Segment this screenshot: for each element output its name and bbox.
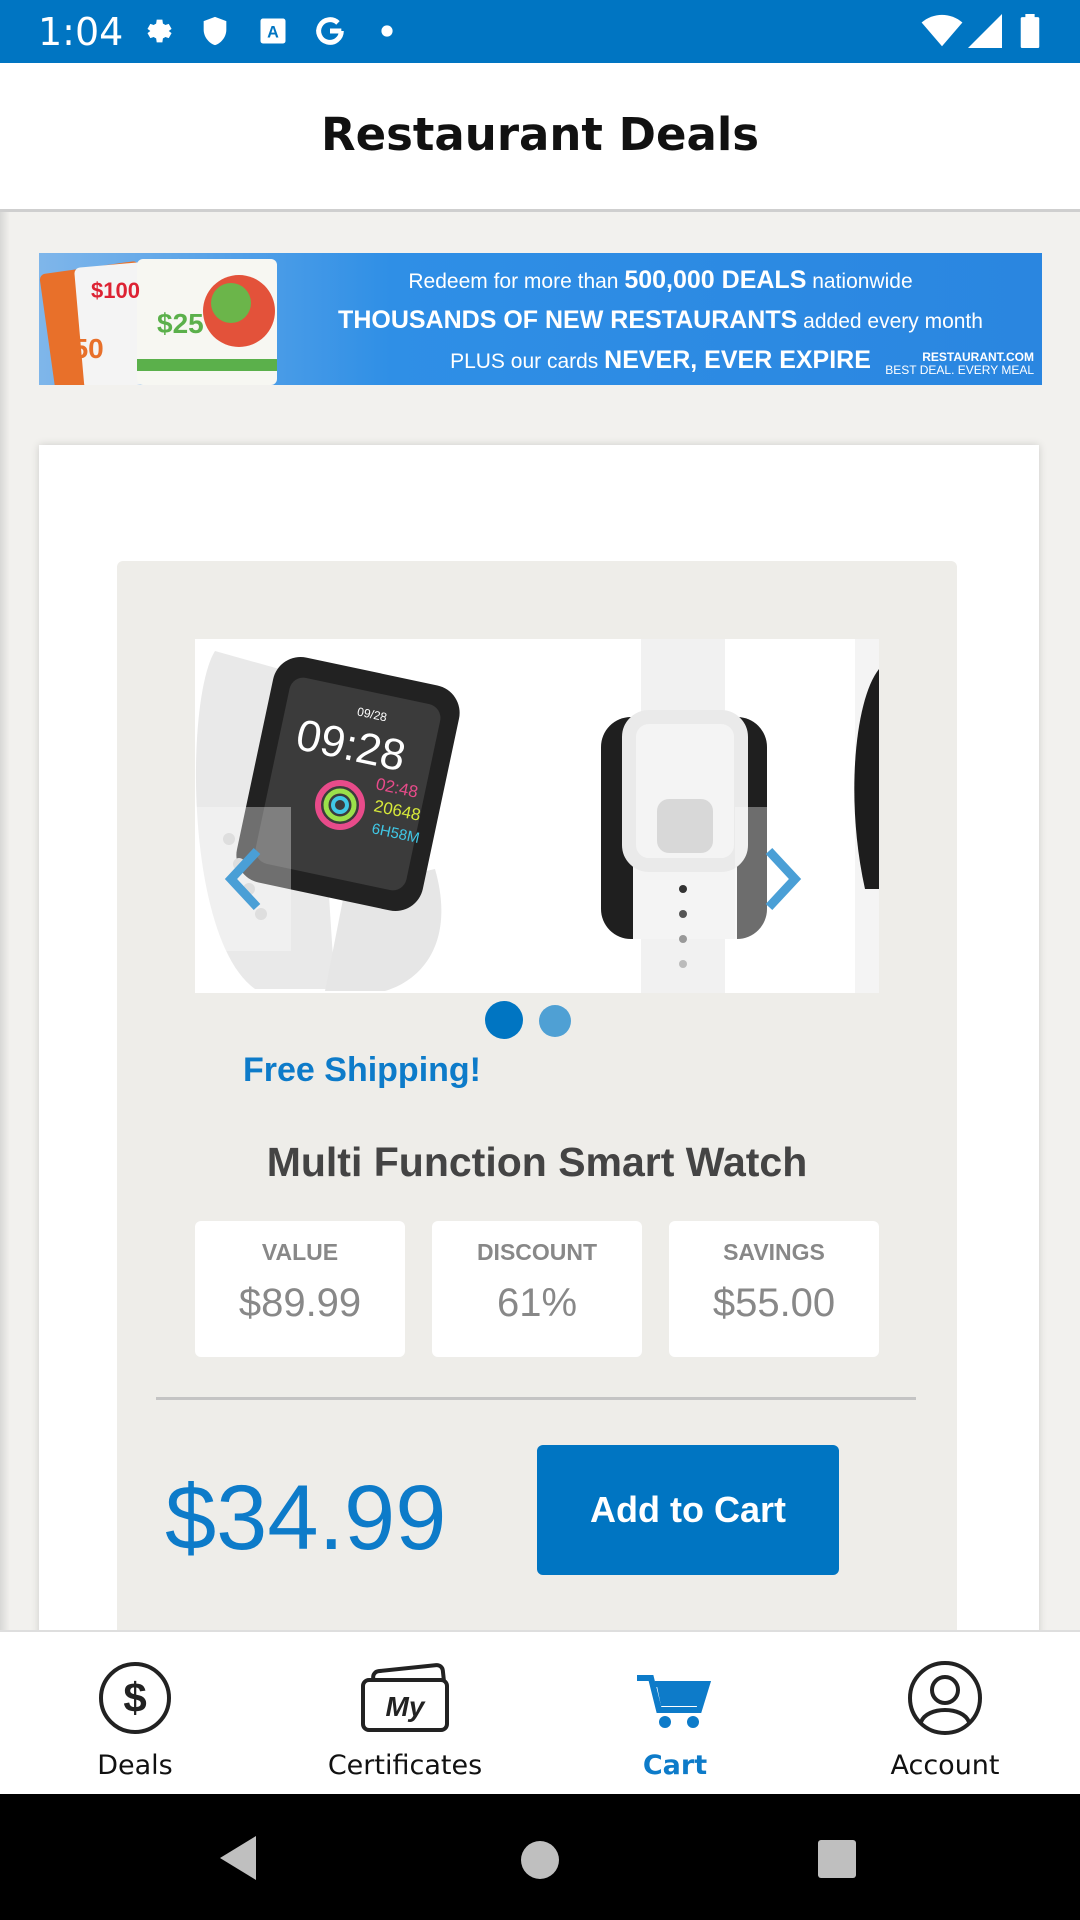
nav-cart[interactable]: Cart — [540, 1632, 810, 1796]
banner-line1-pre: Redeem for more than — [408, 270, 619, 293]
nav-account-label: Account — [890, 1750, 1000, 1781]
card-value-100: $100 — [91, 278, 140, 303]
banner-line3-bold: NEVER, EVER EXPIRE — [604, 346, 871, 374]
logo-line2: BEST DEAL. EVERY MEAL — [885, 363, 1034, 377]
promo-banner[interactable]: $50 $100 $25 Redeem for more than 500,00… — [39, 253, 1042, 385]
carousel-dots — [117, 1001, 957, 1041]
dot-icon — [381, 25, 393, 37]
nav-deals[interactable]: $ Deals — [0, 1632, 270, 1796]
content-area[interactable]: $50 $100 $25 Redeem for more than 500,00… — [0, 212, 1080, 1630]
nav-cart-label: Cart — [642, 1750, 708, 1781]
product-carousel[interactable]: 09:28 09/28 02:48 20648 6H58M — [195, 639, 879, 993]
home-icon[interactable] — [518, 1838, 562, 1882]
cart-icon — [637, 1675, 712, 1728]
text-a-icon: A — [260, 18, 286, 44]
discount-amount: 61% — [496, 1281, 578, 1325]
discount-stat: DISCOUNT 61% — [432, 1221, 642, 1357]
my-certificates-icon: My — [361, 1663, 449, 1732]
left-shadow — [0, 212, 10, 1630]
carousel-dot-2[interactable] — [539, 1005, 571, 1037]
settings-icon — [147, 19, 172, 43]
nav-deals-label: Deals — [97, 1750, 173, 1781]
product-box: 09:28 09/28 02:48 20648 6H58M Free Shipp… — [117, 561, 957, 1630]
person-icon — [908, 1661, 982, 1735]
chevron-left-icon — [224, 847, 261, 911]
price: $34.99 — [165, 1467, 447, 1569]
savings-stat: SAVINGS $55.00 — [669, 1221, 879, 1357]
savings-label: SAVINGS — [723, 1239, 825, 1265]
free-shipping-label: Free Shipping! — [243, 1051, 481, 1089]
card-value-50: $50 — [57, 333, 104, 364]
page-title: Restaurant Deals — [320, 108, 760, 161]
battery-icon — [1020, 14, 1040, 48]
system-navigation-bar — [0, 1794, 1080, 1920]
svg-text:$: $ — [123, 1674, 146, 1721]
svg-text:A: A — [267, 23, 279, 41]
restaurant-logo: RESTAURANT.COM BEST DEAL. EVERY MEAL — [885, 351, 1034, 377]
carousel-prev-button[interactable] — [195, 807, 291, 951]
google-icon — [316, 17, 344, 45]
nav-account[interactable]: Account — [810, 1632, 1080, 1796]
carousel-dot-1[interactable] — [485, 1001, 523, 1039]
signal-icon — [968, 14, 1002, 48]
card-value-25: $25 — [157, 308, 204, 339]
banner-line1-bold: 500,000 DEALS — [624, 266, 807, 294]
chevron-right-icon — [765, 847, 802, 911]
savings-amount: $55.00 — [712, 1281, 836, 1325]
svg-text:My: My — [386, 1691, 426, 1722]
dollar-circle-icon: $ — [99, 1662, 171, 1734]
carousel-next-button[interactable] — [735, 807, 831, 951]
value-label: VALUE — [261, 1239, 339, 1265]
value-stat: VALUE $89.99 — [195, 1221, 405, 1357]
product-title: Multi Function Smart Watch — [266, 1139, 808, 1185]
bottom-navigation: $ Deals My Certificates Cart Account — [0, 1630, 1080, 1796]
divider — [156, 1397, 916, 1400]
status-time: 1:04 — [38, 10, 124, 54]
shield-icon — [203, 16, 227, 46]
banner-line3-pre: PLUS our cards — [450, 350, 599, 373]
banner-line2-post: added every month — [803, 310, 983, 333]
app-header: Restaurant Deals — [0, 63, 1080, 212]
discount-label: DISCOUNT — [476, 1239, 598, 1265]
status-bar: 1:04 A — [0, 0, 1080, 63]
gift-cards-image: $50 $100 $25 — [39, 258, 277, 385]
wifi-icon — [921, 14, 963, 47]
recents-icon[interactable] — [816, 1838, 858, 1880]
value-amount: $89.99 — [238, 1281, 362, 1325]
back-icon[interactable] — [216, 1834, 260, 1882]
banner-line2-bold: THOUSANDS OF NEW RESTAURANTS — [338, 306, 798, 334]
nav-certificates[interactable]: My Certificates — [270, 1632, 540, 1796]
nav-certificates-label: Certificates — [327, 1750, 483, 1781]
add-to-cart-button[interactable]: Add to Cart — [537, 1445, 839, 1575]
banner-line1-post: nationwide — [812, 270, 913, 293]
deal-card: 09:28 09/28 02:48 20648 6H58M Free Shipp… — [39, 445, 1039, 1630]
